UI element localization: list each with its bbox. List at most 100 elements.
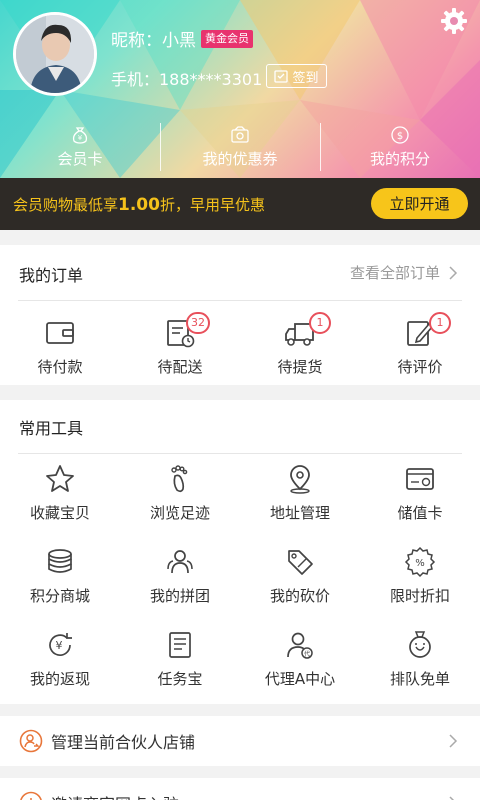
orders-card: 我的订单 查看全部订单 待付款 32 待配送 1 待提货 1 待评价	[0, 245, 480, 385]
tool-label: 浏览足迹	[149, 504, 210, 522]
order-status-label: 待配送	[157, 358, 203, 376]
tool-label: 储值卡	[397, 504, 443, 522]
order-pending-delivery[interactable]: 32 待配送	[120, 312, 240, 377]
partner-store-label: 管理当前合伙人店铺	[51, 733, 196, 752]
avatar[interactable]	[13, 12, 97, 96]
discount-icon: %	[404, 546, 436, 578]
tool-label: 排队免单	[389, 670, 450, 688]
stored-value-card-icon	[406, 468, 434, 490]
order-status-label: 待付款	[37, 358, 83, 376]
tools-title: 常用工具	[19, 419, 84, 438]
svg-text:¥: ¥	[56, 639, 63, 652]
tool-label: 代理A中心	[264, 670, 336, 688]
queue-icon	[409, 631, 431, 658]
svg-text:%: %	[415, 558, 425, 569]
tool-label: 我的拼团	[149, 587, 210, 605]
dollar-coin-icon: $	[391, 125, 409, 144]
stat-label: 我的优惠券	[202, 149, 278, 168]
chevron-right-icon	[449, 265, 458, 280]
signin-label: 签到	[292, 70, 319, 86]
stat-label: 我的积分	[369, 149, 430, 168]
price-tag-icon	[288, 550, 313, 575]
gear-icon[interactable]	[440, 7, 468, 35]
order-status-label: 待评价	[397, 358, 443, 376]
svg-text:$: $	[397, 131, 403, 142]
tools-row-1: 收藏宝贝 浏览足迹 地址管理 储值卡	[0, 462, 480, 523]
signin-button[interactable]: 签到	[266, 64, 327, 88]
promo-text: 会员购物最低享1.00折，早用早优惠	[13, 194, 265, 215]
coupon-icon	[231, 125, 249, 143]
tool-agent-center[interactable]: 代 代理A中心	[240, 628, 360, 689]
tool-stored-value-card[interactable]: 储值卡	[360, 462, 480, 523]
invite-merchant-label: 邀请商家网点入驻	[51, 791, 179, 800]
footprint-icon	[171, 465, 188, 493]
star-icon	[46, 465, 74, 492]
tools-row-3: ¥ 我的返现 任务宝 代 代理A中心 排队免单	[0, 628, 480, 689]
orders-title: 我的订单	[19, 266, 84, 285]
chevron-right-icon	[449, 796, 455, 800]
cashback-icon: ¥	[49, 633, 72, 656]
tool-points-mall[interactable]: 积分商城	[0, 545, 120, 606]
agent-icon: 代	[287, 632, 313, 659]
partner-store-row[interactable]: 管理当前合伙人店铺	[0, 716, 480, 766]
tools-card: 常用工具 收藏宝贝 浏览足迹 地址管理 储值卡 积分商城 我的拼团 我的砍价 %…	[0, 400, 480, 704]
order-count-badge: 1	[309, 312, 331, 334]
member-badge: 黄金会员	[201, 30, 253, 48]
tool-label: 我的返现	[29, 670, 90, 688]
tool-label: 收藏宝贝	[29, 504, 90, 522]
chevron-right-icon	[449, 734, 458, 748]
avatar-photo	[16, 15, 94, 93]
tool-cashback[interactable]: ¥ 我的返现	[0, 628, 120, 689]
location-pin-icon	[290, 465, 310, 494]
order-status-grid: 待付款 32 待配送 1 待提货 1 待评价	[0, 312, 480, 377]
activate-now-button[interactable]: 立即开通	[371, 188, 468, 219]
order-status-label: 待提货	[277, 358, 323, 376]
group-icon	[167, 550, 193, 574]
tool-queue-free[interactable]: 排队免单	[360, 628, 480, 689]
view-all-orders-link[interactable]: 查看全部订单	[350, 262, 458, 283]
promo-text-suffix: 折，早用早优惠	[159, 195, 265, 214]
svg-text:代: 代	[304, 650, 310, 658]
tool-label: 任务宝	[157, 670, 203, 688]
tool-label: 我的砍价	[269, 587, 330, 605]
order-count-badge: 32	[186, 312, 210, 334]
stats-bar: ¥ 会员卡 我的优惠券 $ 我的积分	[0, 115, 480, 178]
tool-flash-discount[interactable]: % 限时折扣	[360, 545, 480, 606]
tool-label: 限时折扣	[389, 587, 450, 605]
phone-number: 手机：188****3301	[111, 70, 263, 89]
order-pending-payment[interactable]: 待付款	[0, 316, 120, 377]
coin-stack-icon	[48, 549, 72, 573]
promo-discount-value: 1.00	[118, 194, 160, 215]
nickname: 昵称：小黑	[111, 31, 196, 51]
task-list-icon	[169, 632, 191, 658]
promo-text-prefix: 会员购物最低享	[13, 195, 119, 214]
invite-merchant-row[interactable]: 邀请商家网点入驻	[0, 778, 480, 800]
stat-points[interactable]: $ 我的积分	[320, 115, 480, 178]
order-pending-pickup[interactable]: 1 待提货	[240, 312, 360, 377]
tools-row-2: 积分商城 我的拼团 我的砍价 % 限时折扣	[0, 545, 480, 606]
stat-coupons[interactable]: 我的优惠券	[160, 115, 320, 178]
order-count-badge: 1	[429, 312, 451, 334]
tool-label: 地址管理	[269, 504, 330, 522]
calendar-check-icon	[274, 70, 289, 83]
invite-icon	[20, 791, 42, 800]
profile-header: 昵称：小黑 黄金会员 手机：188****3301 签到 ¥ 会员卡 我的优惠券…	[0, 0, 480, 178]
order-pending-review[interactable]: 1 待评价	[360, 312, 480, 377]
tool-group-buy[interactable]: 我的拼团	[120, 545, 240, 606]
tool-footprints[interactable]: 浏览足迹	[120, 462, 240, 523]
tool-favorites[interactable]: 收藏宝贝	[0, 462, 120, 523]
tool-label: 积分商城	[29, 587, 90, 605]
stat-member-card[interactable]: ¥ 会员卡	[0, 115, 160, 178]
money-bag-icon: ¥	[72, 126, 88, 144]
stat-label: 会员卡	[57, 149, 103, 168]
tool-address[interactable]: 地址管理	[240, 462, 360, 523]
tool-task-treasure[interactable]: 任务宝	[120, 628, 240, 689]
view-all-orders-label: 查看全部订单	[349, 264, 440, 282]
tool-bargain[interactable]: 我的砍价	[240, 545, 360, 606]
svg-text:¥: ¥	[78, 134, 83, 142]
divider	[18, 300, 462, 301]
partner-user-icon	[19, 729, 43, 753]
divider	[18, 453, 462, 454]
wallet-icon	[46, 322, 74, 344]
membership-promo-bar: 会员购物最低享1.00折，早用早优惠 立即开通	[0, 178, 480, 230]
